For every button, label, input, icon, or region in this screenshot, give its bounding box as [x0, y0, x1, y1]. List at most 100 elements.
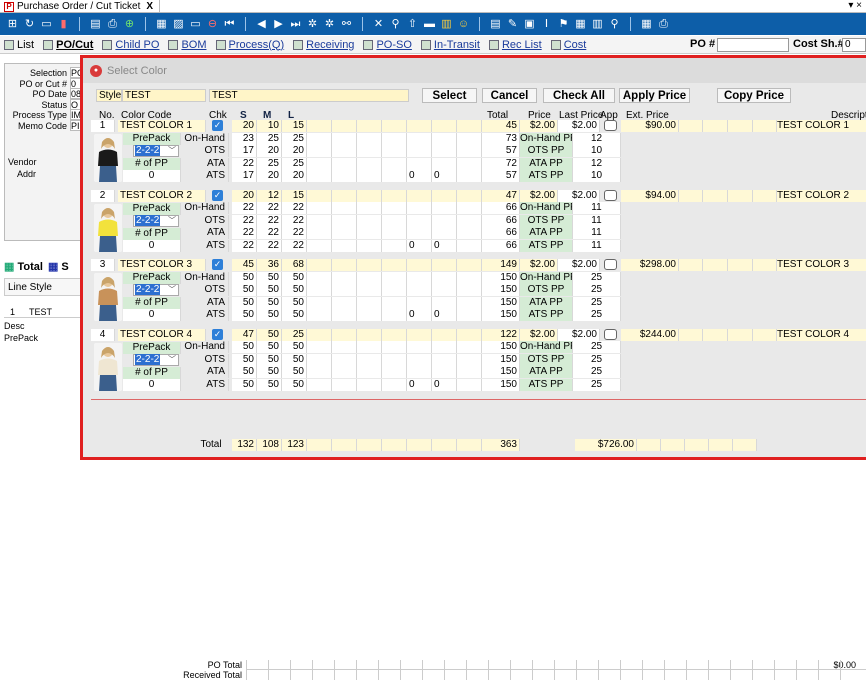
size-l-qty[interactable]: 15 — [282, 189, 307, 202]
size-l-qty[interactable]: 25 — [282, 328, 307, 341]
empty-size-cell[interactable] — [307, 189, 332, 202]
tab-po-so[interactable]: PO-SO — [363, 39, 412, 51]
color-checkbox[interactable]: ✓ — [212, 259, 223, 270]
color-code[interactable]: TEST COLOR 2 — [118, 189, 206, 202]
prev-icon[interactable]: ◀ — [255, 18, 268, 31]
book-icon[interactable]: ▥ — [591, 18, 604, 31]
empty-size-cell[interactable] — [407, 328, 432, 341]
tab-bom[interactable]: BOM — [168, 39, 207, 51]
style-desc-field[interactable]: TEST — [209, 89, 409, 102]
doc-icon[interactable]: ▤ — [489, 18, 502, 31]
settings2-icon[interactable]: ✲ — [323, 18, 336, 31]
paste-icon[interactable]: ▨ — [172, 18, 185, 31]
close-tab-icon[interactable]: X — [146, 1, 153, 12]
cancel-icon[interactable]: ✕ — [372, 18, 385, 31]
refresh-icon[interactable]: ↻ — [23, 18, 36, 31]
num-pp-value[interactable]: 0 — [123, 309, 181, 321]
size-s-qty[interactable]: 20 — [232, 120, 257, 132]
tab-total[interactable]: ▦ Total — [4, 260, 43, 273]
remove-icon[interactable]: ⊖ — [206, 18, 219, 31]
empty-size-cell[interactable] — [382, 189, 407, 202]
prepack-select[interactable]: 2-2-2 ﹀ — [133, 214, 179, 227]
empty-size-cell[interactable] — [407, 189, 432, 202]
prepack-select[interactable]: 2-2-2 ﹀ — [133, 284, 179, 296]
price-field[interactable]: $2.00 — [520, 259, 558, 271]
link-icon[interactable]: ⚯ — [340, 18, 353, 31]
tab-child-po[interactable]: Child PO — [102, 39, 159, 51]
size-s-qty[interactable]: 20 — [232, 189, 257, 202]
color-code[interactable]: TEST COLOR 4 — [118, 328, 206, 341]
apply-checkbox[interactable] — [604, 259, 617, 270]
empty-size-cell[interactable] — [332, 120, 357, 132]
empty-size-cell[interactable] — [432, 189, 457, 202]
card-icon[interactable]: ▦ — [574, 18, 587, 31]
color-checkbox[interactable]: ✓ — [212, 328, 223, 340]
empty-size-cell[interactable] — [307, 259, 332, 271]
select-button[interactable]: Select — [422, 88, 477, 103]
window-icon[interactable]: ▭ — [40, 18, 53, 31]
empty-size-cell[interactable] — [332, 259, 357, 271]
first-icon[interactable]: ⏮ — [223, 18, 236, 31]
empty-size-cell[interactable] — [457, 328, 482, 341]
image-icon[interactable]: ▣ — [523, 18, 536, 31]
tab-s[interactable]: ▦ S — [48, 260, 69, 273]
price-field[interactable]: $2.00 — [520, 328, 558, 341]
check-all-button[interactable]: Check All — [543, 88, 615, 103]
tab-list[interactable]: List — [4, 39, 34, 51]
window2-icon[interactable]: ▭ — [189, 18, 202, 31]
last-icon[interactable]: ⏭ — [289, 18, 302, 31]
add-icon[interactable]: ⊕ — [123, 18, 136, 31]
empty-size-cell[interactable] — [332, 189, 357, 202]
empty-size-cell[interactable] — [457, 259, 482, 271]
save-icon[interactable]: ▤ — [89, 18, 102, 31]
apply-checkbox[interactable] — [604, 328, 617, 340]
size-s-qty[interactable]: 47 — [232, 328, 257, 341]
num-pp-value[interactable]: 0 — [123, 170, 181, 182]
apply-checkbox[interactable] — [604, 189, 617, 201]
empty-size-cell[interactable] — [457, 120, 482, 132]
window-menu-icon[interactable]: ▾ × — [848, 0, 862, 11]
copy-icon[interactable]: ▦ — [155, 18, 168, 31]
calendar-icon[interactable]: ▦ — [640, 18, 653, 31]
price-field[interactable]: $2.00 — [520, 120, 558, 132]
printer-icon[interactable]: ⎙ — [657, 18, 670, 31]
next-icon[interactable]: ▶ — [272, 18, 285, 31]
empty-size-cell[interactable] — [357, 120, 382, 132]
prepack-select[interactable]: 2-2-2 ﹀ — [133, 353, 179, 366]
empty-size-cell[interactable] — [357, 328, 382, 341]
empty-size-cell[interactable] — [357, 189, 382, 202]
empty-size-cell[interactable] — [307, 120, 332, 132]
apply-price-button[interactable]: Apply Price — [619, 88, 690, 103]
size-s-qty[interactable]: 45 — [232, 259, 257, 271]
tab-po-cut[interactable]: PO/Cut — [43, 39, 93, 51]
apply-checkbox[interactable] — [604, 120, 617, 131]
tab-in-transit[interactable]: In-Transit — [420, 39, 480, 51]
empty-size-cell[interactable] — [407, 259, 432, 271]
chart-icon[interactable]: ▥ — [440, 18, 453, 31]
empty-size-cell[interactable] — [432, 328, 457, 341]
price-field[interactable]: $2.00 — [520, 189, 558, 202]
cost-sheet-input[interactable]: 0 — [842, 38, 866, 52]
empty-size-cell[interactable] — [332, 328, 357, 341]
vertical-icon[interactable]: Ⅰ — [540, 18, 553, 31]
color-code[interactable]: TEST COLOR 3 — [118, 259, 206, 271]
size-m-qty[interactable]: 10 — [257, 120, 282, 132]
tab-cost[interactable]: Cost — [550, 39, 586, 51]
tab-process-q-[interactable]: Process(Q) — [215, 39, 284, 51]
tab-rec-list[interactable]: Rec List — [488, 39, 542, 51]
pencil-icon[interactable]: ✎ — [506, 18, 519, 31]
size-l-qty[interactable]: 15 — [282, 120, 307, 132]
attach-icon[interactable]: ⚲ — [389, 18, 402, 31]
empty-size-cell[interactable] — [457, 189, 482, 202]
color-checkbox[interactable]: ✓ — [212, 120, 223, 131]
color-checkbox[interactable]: ✓ — [212, 189, 223, 201]
prepack-select[interactable]: 2-2-2 ﹀ — [133, 145, 179, 157]
upload-icon[interactable]: ⇧ — [406, 18, 419, 31]
po-number-input[interactable] — [717, 38, 789, 52]
empty-size-cell[interactable] — [382, 259, 407, 271]
empty-size-cell[interactable] — [407, 120, 432, 132]
tab-purchase-order[interactable]: P Purchase Order / Cut Ticket X — [2, 0, 161, 13]
flag-icon[interactable]: ⚑ — [557, 18, 570, 31]
num-pp-value[interactable]: 0 — [123, 378, 181, 391]
size-m-qty[interactable]: 50 — [257, 328, 282, 341]
